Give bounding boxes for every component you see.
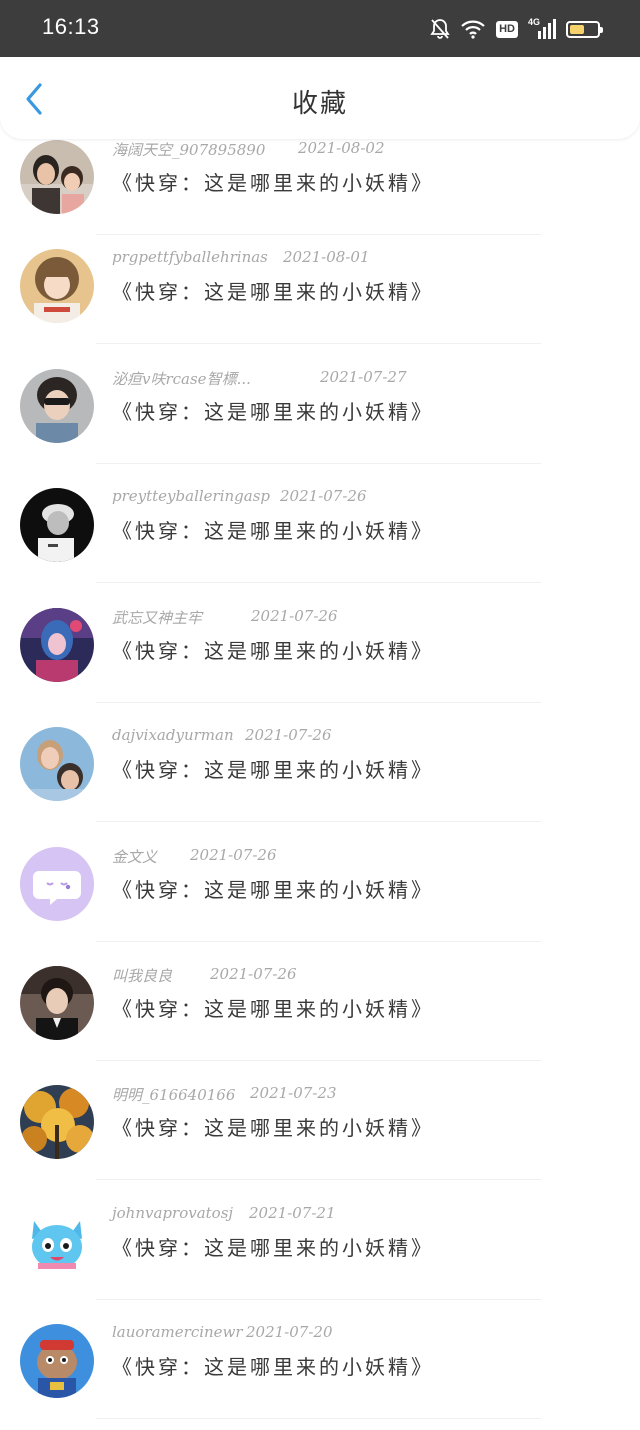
page-title: 收藏 (291, 89, 348, 119)
user-avatar[interactable] (20, 966, 94, 1040)
favorite-item[interactable]: 金文义 2021-07-26 《快穿：这是哪里来的小妖精》 (0, 834, 640, 953)
divider (96, 1060, 541, 1061)
favorite-item[interactable]: 明明_616640166 2021-07-23 《快穿：这是哪里来的小妖精》 (0, 1072, 640, 1191)
status-time: 16:13 (42, 14, 100, 39)
favorite-date: 2021-07-27 (320, 368, 407, 386)
favorite-date: 2021-08-02 (298, 139, 385, 157)
favorite-date: 2021-07-26 (190, 846, 277, 864)
favorite-date: 2021-07-26 (280, 487, 367, 505)
favorite-content[interactable]: 《快穿：这是哪里来的小妖精》 (112, 1351, 434, 1380)
battery-level (570, 24, 584, 34)
favorite-content[interactable]: 《快穿：这是哪里来的小妖精》 (112, 874, 434, 903)
user-name: 泌疸v呋rcase智標... (112, 370, 251, 388)
user-name: 海阔天空_907895890 (112, 141, 266, 159)
divider (96, 1299, 541, 1300)
battery-icon (566, 20, 603, 38)
favorite-content[interactable]: 《快穿：这是哪里来的小妖精》 (112, 754, 434, 783)
favorite-date: 2021-07-26 (210, 965, 297, 983)
favorite-content[interactable]: 《快穿：这是哪里来的小妖精》 (112, 276, 434, 305)
wifi-icon (461, 20, 485, 39)
user-name: 明明_616640166 (112, 1086, 236, 1104)
favorite-date: 2021-07-23 (250, 1084, 337, 1102)
favorite-item[interactable]: 叫我良良 2021-07-26 《快穿：这是哪里来的小妖精》 (0, 953, 640, 1072)
user-avatar[interactable] (20, 1085, 94, 1159)
user-name: johnvaprovatosj (112, 1204, 234, 1222)
divider (96, 234, 541, 235)
user-avatar[interactable] (20, 1324, 94, 1398)
favorite-content[interactable]: 《快穿：这是哪里来的小妖精》 (112, 1232, 434, 1261)
favorite-content[interactable]: 《快穿：这是哪里来的小妖精》 (112, 396, 434, 425)
signal-4g-icon: 4G (528, 17, 556, 41)
favorite-item[interactable]: 海阔天空_907895890 2021-08-02 《快穿：这是哪里来的小妖精》 (0, 127, 640, 246)
favorite-item[interactable]: johnvaprovatosj 2021-07-21 《快穿：这是哪里来的小妖精》 (0, 1192, 640, 1311)
favorite-date: 2021-07-26 (245, 726, 332, 744)
user-avatar[interactable] (20, 727, 94, 801)
nav-bar: 收藏 (0, 57, 640, 139)
user-avatar[interactable] (20, 847, 94, 921)
user-avatar[interactable] (20, 249, 94, 323)
favorite-date: 2021-07-21 (249, 1204, 336, 1222)
divider (96, 463, 541, 464)
user-avatar[interactable] (20, 608, 94, 682)
user-name: 武忘又神主牢 (112, 609, 203, 627)
divider (96, 1179, 541, 1180)
favorite-content[interactable]: 《快穿：这是哪里来的小妖精》 (112, 993, 434, 1022)
favorite-date: 2021-07-26 (251, 607, 338, 625)
status-icons: HD 4G (430, 15, 603, 43)
favorite-item[interactable]: 泌疸v呋rcase智標... 2021-07-27 《快穿：这是哪里来的小妖精》 (0, 356, 640, 475)
user-avatar[interactable] (20, 488, 94, 562)
favorite-content[interactable]: 《快穿：这是哪里来的小妖精》 (112, 635, 434, 664)
favorite-content[interactable]: 《快穿：这是哪里来的小妖精》 (112, 1112, 434, 1141)
divider (96, 941, 541, 942)
favorite-date: 2021-07-20 (246, 1323, 333, 1341)
favorite-item[interactable]: dajvixadyurman 2021-07-26 《快穿：这是哪里来的小妖精》 (0, 714, 640, 833)
user-avatar[interactable] (20, 369, 94, 443)
divider (96, 343, 541, 344)
favorite-content[interactable]: 《快穿：这是哪里来的小妖精》 (112, 515, 434, 544)
user-name: dajvixadyurman (112, 726, 234, 744)
user-name: prgpettfyballehrinas (112, 248, 268, 266)
favorite-date: 2021-08-01 (283, 248, 370, 266)
divider (96, 582, 541, 583)
user-avatar[interactable] (20, 140, 94, 214)
user-avatar[interactable] (20, 1205, 94, 1279)
user-name: 叫我良良 (112, 967, 173, 985)
user-name: 金文义 (112, 848, 158, 866)
favorite-item[interactable]: lauoramercinewr 2021-07-20 《快穿：这是哪里来的小妖精》 (0, 1311, 640, 1430)
hd-icon: HD (496, 20, 518, 38)
status-bar: 16:13 HD 4G (0, 0, 640, 57)
divider (96, 821, 541, 822)
favorite-item[interactable]: prgpettfyballehrinas 2021-08-01 《快穿：这是哪里来… (0, 236, 640, 355)
divider (96, 702, 541, 703)
bell-off-icon (430, 19, 450, 39)
favorite-item[interactable]: 武忘又神主牢 2021-07-26 《快穿：这是哪里来的小妖精》 (0, 595, 640, 714)
favorite-content[interactable]: 《快穿：这是哪里来的小妖精》 (112, 167, 434, 196)
user-name: preytteyballeringasp (112, 487, 271, 505)
user-name: lauoramercinewr (112, 1323, 243, 1341)
favorite-item[interactable]: preytteyballeringasp 2021-07-26 《快穿：这是哪里来… (0, 475, 640, 594)
divider (96, 1418, 541, 1419)
